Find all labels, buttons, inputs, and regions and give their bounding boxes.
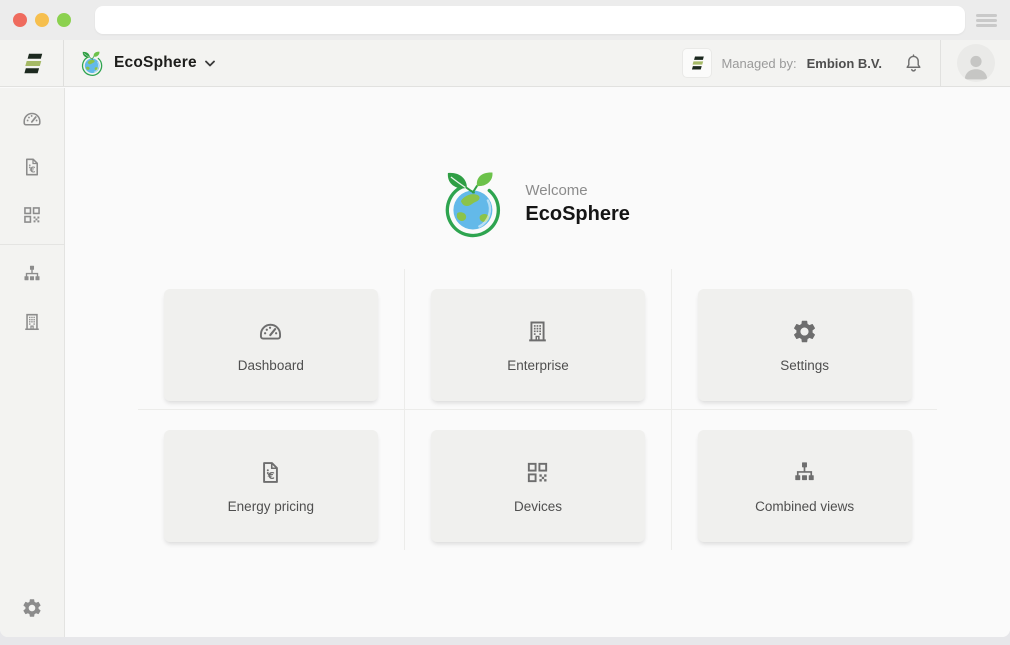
person-icon <box>960 50 992 82</box>
main-content: Welcome EcoSphere Dashboard Enterprise <box>65 88 1010 637</box>
welcome-banner: Welcome EcoSphere <box>437 168 629 240</box>
sitemap-icon <box>21 263 43 285</box>
sidebar-item-enterprise[interactable] <box>0 298 64 346</box>
tile-devices[interactable]: Devices <box>431 430 645 542</box>
gauge-icon <box>21 108 43 130</box>
sidebar <box>0 88 65 637</box>
welcome-greeting: Welcome <box>525 182 629 199</box>
tile-energy-pricing[interactable]: Energy pricing <box>164 430 378 542</box>
user-avatar[interactable] <box>957 44 995 82</box>
gear-icon <box>791 318 818 345</box>
workspace-name: EcoSphere <box>114 54 197 72</box>
gauge-icon <box>257 318 284 345</box>
address-bar[interactable] <box>95 6 965 34</box>
document-euro-icon <box>21 156 43 178</box>
gear-icon <box>21 597 43 619</box>
tile-label: Combined views <box>755 499 854 514</box>
tile-label: Enterprise <box>507 358 569 373</box>
qr-grid-icon <box>524 459 551 486</box>
welcome-workspace-name: EcoSphere <box>525 203 629 226</box>
document-euro-icon <box>257 459 284 486</box>
ecosphere-logo-icon <box>79 50 106 77</box>
tile-label: Dashboard <box>238 358 304 373</box>
sidebar-item-energy-pricing[interactable] <box>0 143 64 191</box>
tile-settings[interactable]: Settings <box>698 289 912 401</box>
sidebar-item-combined-views[interactable] <box>0 250 64 298</box>
window-close-button[interactable] <box>13 13 27 27</box>
bell-icon <box>902 52 925 75</box>
building-icon <box>21 311 43 333</box>
embion-mini-logo-icon <box>683 49 711 77</box>
window-controls <box>13 13 71 27</box>
managed-by: Managed by: Embion B.V. <box>683 49 882 77</box>
sidebar-item-settings[interactable] <box>0 584 64 632</box>
chevron-down-icon <box>205 60 215 67</box>
tile-combined-views[interactable]: Combined views <box>698 430 912 542</box>
quick-nav-grid: Dashboard Enterprise Settings Energy pri… <box>138 269 938 550</box>
managed-by-value: Embion B.V. <box>807 56 882 71</box>
notifications-button[interactable] <box>902 52 925 75</box>
qr-grid-icon <box>21 204 43 226</box>
workspace-switcher[interactable]: EcoSphere <box>79 40 215 86</box>
embion-logo-icon <box>0 40 64 86</box>
sidebar-item-dashboard[interactable] <box>0 95 64 143</box>
sitemap-icon <box>791 459 818 486</box>
tile-label: Devices <box>514 499 562 514</box>
tile-enterprise[interactable]: Enterprise <box>431 289 645 401</box>
app-header: EcoSphere Managed by: Embion B.V. <box>0 40 1010 87</box>
sidebar-divider <box>0 244 64 245</box>
window-minimize-button[interactable] <box>35 13 49 27</box>
window-zoom-button[interactable] <box>57 13 71 27</box>
header-divider <box>940 40 941 86</box>
tile-dashboard[interactable]: Dashboard <box>164 289 378 401</box>
tile-label: Settings <box>780 358 829 373</box>
managed-by-label: Managed by: <box>721 56 796 71</box>
building-icon <box>524 318 551 345</box>
browser-window: EcoSphere Managed by: Embion B.V. <box>0 0 1010 637</box>
tile-label: Energy pricing <box>228 499 314 514</box>
hamburger-menu-icon[interactable] <box>976 14 997 27</box>
ecosphere-logo <box>437 168 509 240</box>
browser-chrome <box>0 0 1010 40</box>
sidebar-item-devices[interactable] <box>0 191 64 239</box>
